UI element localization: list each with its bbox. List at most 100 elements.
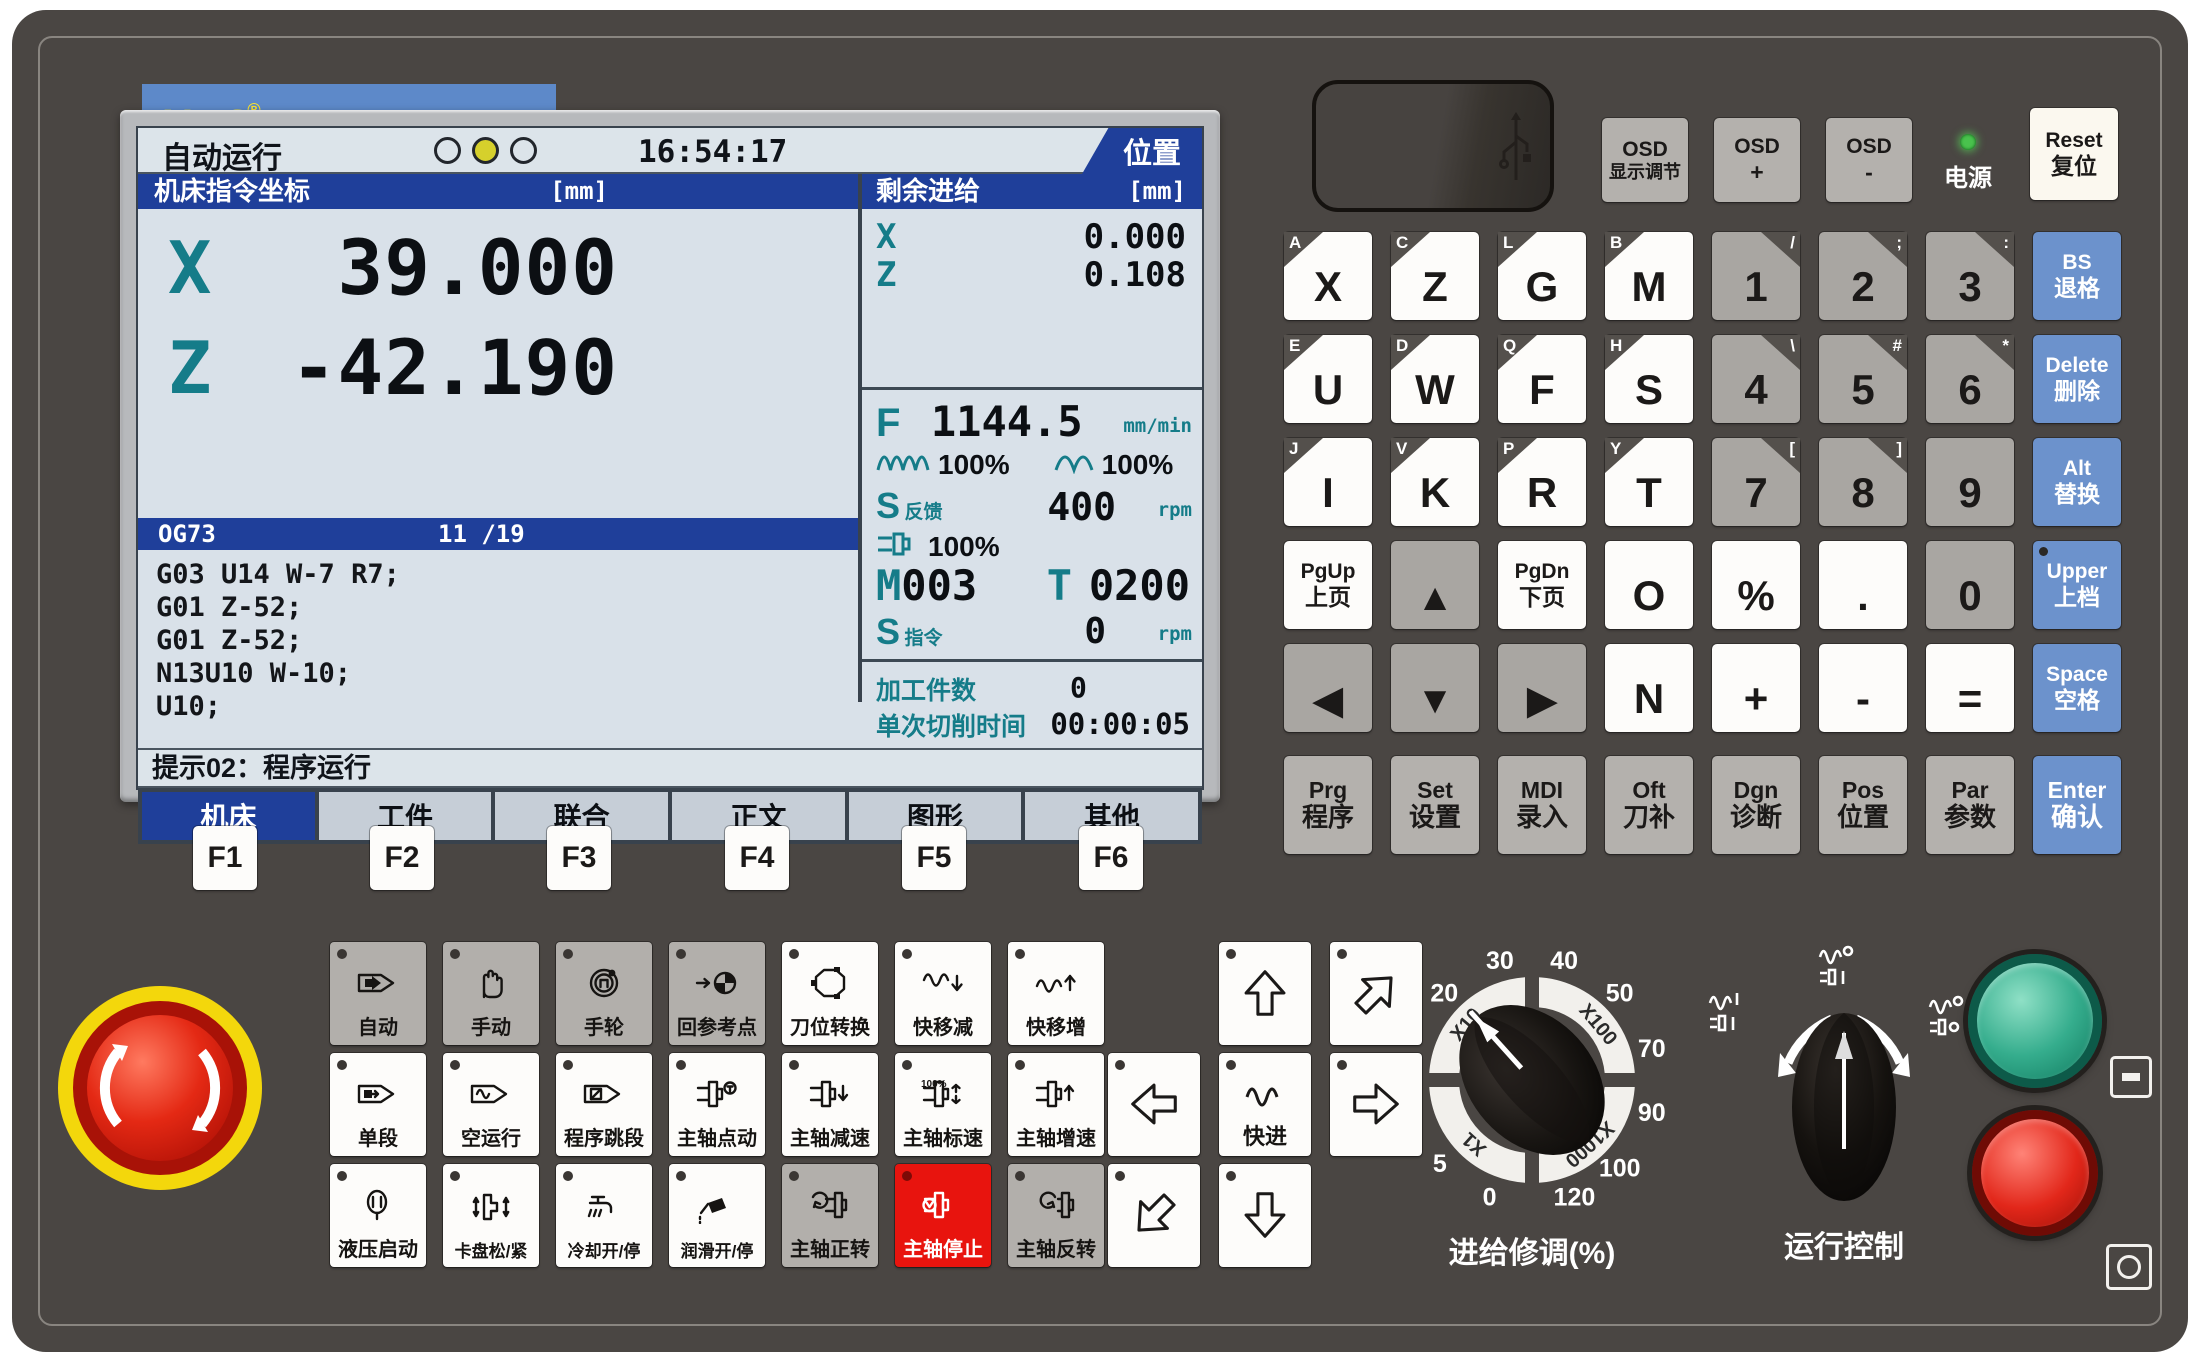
spindle-stop-button[interactable]: 主轴停止 — [895, 1164, 991, 1267]
block-skip-button[interactable]: 程序跳段 — [556, 1053, 652, 1156]
key-r[interactable]: RP — [1498, 438, 1586, 526]
key-s[interactable]: SH — [1605, 335, 1693, 423]
fn-key-pos[interactable]: Pos位置 — [1819, 756, 1907, 854]
key-symbol[interactable]: = — [1926, 644, 2014, 732]
green-button[interactable] — [1968, 954, 2102, 1088]
osd-key-minus[interactable]: OSD- — [1826, 118, 1912, 202]
key-2[interactable]: 2; — [1819, 232, 1907, 320]
arrow-down-left-key[interactable] — [1108, 1164, 1200, 1267]
spindle-jog-button[interactable]: 主轴点动 — [669, 1053, 765, 1156]
button-led — [563, 1171, 573, 1181]
key-pgup[interactable]: PgUp上页 — [1284, 541, 1372, 629]
key-7[interactable]: 7[ — [1712, 438, 1800, 526]
t-letter: T — [1047, 561, 1072, 610]
key-delete[interactable]: Delete删除 — [2033, 335, 2121, 423]
osd-key-plus[interactable]: OSD+ — [1714, 118, 1800, 202]
fn-key-mdi[interactable]: MDI录入 — [1498, 756, 1586, 854]
fn-key-par[interactable]: Par参数 — [1926, 756, 2014, 854]
key-f[interactable]: FQ — [1498, 335, 1586, 423]
key-1[interactable]: 1/ — [1712, 232, 1800, 320]
spindle-increase-button[interactable]: 主轴增速 — [1008, 1053, 1104, 1156]
spindle-decrease-button[interactable]: 主轴减速 — [782, 1053, 878, 1156]
rapid-feed-key[interactable]: 快进 — [1219, 1053, 1311, 1156]
key-space[interactable]: Space空格 — [2033, 644, 2121, 732]
program-line: U10; — [156, 690, 858, 723]
key-0[interactable]: 0 — [1926, 541, 2014, 629]
function-key-f2[interactable]: F2 — [370, 826, 434, 890]
key-pgdn[interactable]: PgDn下页 — [1498, 541, 1586, 629]
program-line: G01 Z-52; — [156, 591, 858, 624]
key-cursor-down[interactable]: ▼ — [1391, 644, 1479, 732]
key-cursor-right[interactable]: ▶ — [1498, 644, 1586, 732]
function-key-f4[interactable]: F4 — [725, 826, 789, 890]
key-cursor-left[interactable]: ◀ — [1284, 644, 1372, 732]
dry-run-button[interactable]: 空运行 — [443, 1053, 539, 1156]
fn-key-oft[interactable]: Oft刀补 — [1605, 756, 1693, 854]
fn-key-set[interactable]: Set设置 — [1391, 756, 1479, 854]
key-m[interactable]: MB — [1605, 232, 1693, 320]
arrow-down-key[interactable] — [1219, 1164, 1311, 1267]
handwheel-button[interactable]: 手轮 — [556, 942, 652, 1045]
key-9[interactable]: 9 — [1926, 438, 2014, 526]
function-key-f6[interactable]: F6 — [1079, 826, 1143, 890]
key-k[interactable]: KV — [1391, 438, 1479, 526]
key-i[interactable]: IJ — [1284, 438, 1372, 526]
coolant-button[interactable]: 冷却开/停 — [556, 1164, 652, 1267]
key-z[interactable]: ZC — [1391, 232, 1479, 320]
key-alt[interactable]: Alt替换 — [2033, 438, 2121, 526]
osd-key-adjust[interactable]: OSD显示调节 — [1602, 118, 1688, 202]
rapid-override-value: 100% — [1102, 449, 1174, 481]
arrow-up-right-key[interactable] — [1330, 942, 1422, 1045]
reset-key[interactable]: Reset 复位 — [2030, 108, 2118, 200]
key-u[interactable]: UE — [1284, 335, 1372, 423]
function-key-f1[interactable]: F1 — [193, 826, 257, 890]
key-upper[interactable]: Upper上档 — [2033, 541, 2121, 629]
key-cursor-up[interactable]: ▲ — [1391, 541, 1479, 629]
button-led — [1226, 1171, 1236, 1181]
key-w[interactable]: WD — [1391, 335, 1479, 423]
ref-point-button[interactable]: 回参考点 — [669, 942, 765, 1045]
chuck-button[interactable]: 卡盘松/紧 — [443, 1164, 539, 1267]
key-symbol[interactable]: + — [1712, 644, 1800, 732]
status-circles — [434, 137, 537, 164]
key-t[interactable]: TY — [1605, 438, 1693, 526]
key-3[interactable]: 3: — [1926, 232, 2014, 320]
spindle-cw-button[interactable]: 主轴正转 — [782, 1164, 878, 1267]
fn-key-enter[interactable]: Enter确认 — [2033, 756, 2121, 854]
arrow-right-key[interactable] — [1330, 1053, 1422, 1156]
feed-override-dial[interactable]: 05203040507090100120X10X100X1X1000进给修调(%… — [1392, 945, 1672, 1275]
key-n[interactable]: N — [1605, 644, 1693, 732]
function-key-f3[interactable]: F3 — [547, 826, 611, 890]
key-g[interactable]: GL — [1498, 232, 1586, 320]
single-block-button[interactable]: 单段 — [330, 1053, 426, 1156]
run-control-dial[interactable]: 运行控制 — [1692, 935, 1992, 1275]
key-symbol[interactable]: . — [1819, 541, 1907, 629]
red-button[interactable] — [1972, 1110, 2098, 1236]
lubrication-button[interactable]: 润滑开/停 — [669, 1164, 765, 1267]
key-4[interactable]: 4\ — [1712, 335, 1800, 423]
key-bs[interactable]: BS退格 — [2033, 232, 2121, 320]
fn-key-dgn[interactable]: Dgn诊断 — [1712, 756, 1800, 854]
rapid-increase-button[interactable]: 快移增 — [1008, 942, 1104, 1045]
hydraulic-button[interactable]: 液压启动 — [330, 1164, 426, 1267]
spindle-ccw-button[interactable]: 主轴反转 — [1008, 1164, 1104, 1267]
key-x[interactable]: XA — [1284, 232, 1372, 320]
key-symbol[interactable]: - — [1819, 644, 1907, 732]
function-key-f5[interactable]: F5 — [902, 826, 966, 890]
auto-button[interactable]: 自动 — [330, 942, 426, 1045]
key-o[interactable]: O — [1605, 541, 1693, 629]
fn-key-prg[interactable]: Prg程序 — [1284, 756, 1372, 854]
hand-button[interactable]: 手动 — [443, 942, 539, 1045]
usb-port-cover[interactable] — [1312, 80, 1554, 212]
arrow-up-key[interactable] — [1219, 942, 1311, 1045]
key-symbol[interactable]: % — [1712, 541, 1800, 629]
key-8[interactable]: 8] — [1819, 438, 1907, 526]
osd-key-label: OSD — [1846, 135, 1892, 159]
rapid-decrease-button[interactable]: 快移减 — [895, 942, 991, 1045]
spindle-100-button[interactable]: 100%主轴标速 — [895, 1053, 991, 1156]
emergency-stop-button[interactable] — [52, 980, 268, 1196]
arrow-left-key[interactable] — [1108, 1053, 1200, 1156]
key-5[interactable]: 5# — [1819, 335, 1907, 423]
key-6[interactable]: 6* — [1926, 335, 2014, 423]
turret-button[interactable]: 刀位转换 — [782, 942, 878, 1045]
